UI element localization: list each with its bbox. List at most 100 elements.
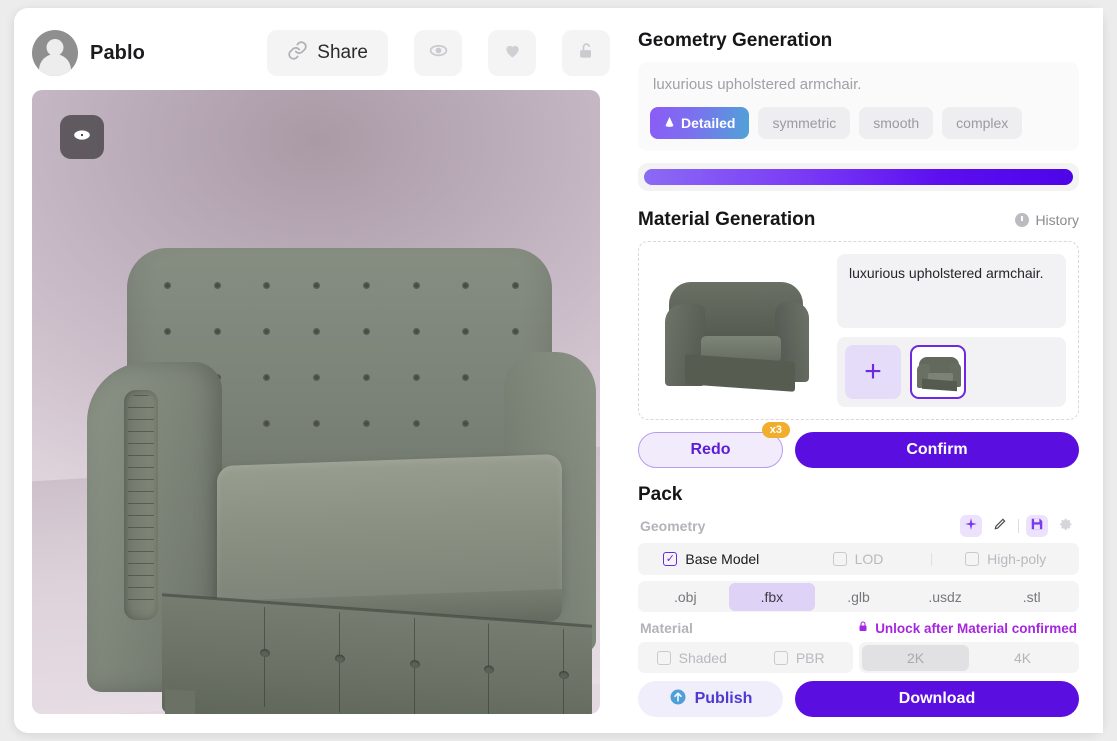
material-lock-label: Unlock after Material confirmed [875, 620, 1077, 636]
geometry-header: Geometry Generation [638, 30, 1079, 52]
pencil-icon [993, 517, 1007, 536]
material-thumbnail-row: + [837, 337, 1066, 407]
material-card: luxurious upholstered armchair. + [638, 241, 1079, 420]
unlock-icon [576, 41, 596, 66]
history-label: History [1035, 212, 1079, 228]
option-base-model-label: Base Model [685, 551, 760, 567]
geometry-tag-list: Detailed symmetric smooth complex [650, 107, 1067, 139]
plus-icon: + [864, 355, 882, 388]
pack-geometry-label: Geometry [640, 518, 706, 534]
geometry-tag-symmetric[interactable]: symmetric [758, 107, 851, 139]
redo-label: Redo [690, 441, 731, 458]
visibility-toggle-button[interactable] [414, 30, 462, 76]
cone-icon [664, 115, 675, 131]
format-usdz[interactable]: .usdz [902, 583, 989, 611]
confirm-button[interactable]: Confirm [795, 432, 1079, 468]
geometry-tag-complex[interactable]: complex [942, 107, 1023, 139]
option-shaded[interactable]: Shaded [638, 650, 746, 666]
chair-left-arm-ribs [128, 395, 154, 610]
material-checkbox-group: Shaded PBR [638, 642, 853, 673]
material-generation-section: Material Generation History luxurious up… [624, 209, 1093, 468]
lock-toggle-button[interactable] [562, 30, 610, 76]
redo-button[interactable]: Redo x3 [638, 422, 790, 468]
upload-circle-icon [669, 688, 687, 711]
format-fbx[interactable]: .fbx [728, 582, 816, 611]
save-icon [1030, 517, 1044, 536]
format-glb[interactable]: .glb [815, 583, 902, 611]
geometry-tag-smooth[interactable]: smooth [859, 107, 934, 139]
option-pbr-label: PBR [795, 649, 825, 666]
favorite-button[interactable] [488, 30, 536, 76]
model-viewport[interactable] [32, 90, 600, 714]
format-obj[interactable]: .obj [642, 583, 729, 611]
material-action-buttons: Redo x3 Confirm [638, 422, 1079, 468]
format-stl[interactable]: .stl [988, 583, 1075, 611]
option-high-poly[interactable]: High-poly [932, 551, 1079, 567]
avatar[interactable] [32, 30, 78, 76]
checkbox-base-model[interactable] [663, 552, 678, 566]
armchair-thumbnail-render [651, 254, 823, 404]
app-window: Pablo Share Geometry Generation luxuriou… [14, 8, 1103, 733]
checkbox-shaded[interactable] [656, 650, 671, 665]
clock-icon [1015, 213, 1030, 227]
armchair-render [32, 90, 600, 714]
eye-icon [71, 124, 93, 151]
viewport-visibility-button[interactable] [60, 115, 104, 159]
option-base-model[interactable]: Base Model [638, 551, 785, 567]
pack-tool-icons [960, 515, 1077, 537]
material-options-row: Shaded PBR 2K 4K [638, 642, 1079, 673]
add-material-button[interactable]: + [845, 345, 901, 399]
sparkle-icon [964, 517, 978, 536]
publish-button[interactable]: Publish [638, 681, 783, 717]
chair-front-foot [165, 688, 195, 714]
material-prompt-text[interactable]: luxurious upholstered armchair. [837, 254, 1066, 328]
save-icon-button[interactable] [1026, 515, 1048, 537]
format-options-row: .obj .fbx .glb .usdz .stl [638, 581, 1079, 612]
pack-section: Pack Geometry ✓ Base Model LOD High-poly… [624, 484, 1093, 717]
geometry-progress-track [638, 163, 1079, 191]
download-button[interactable]: Download [795, 681, 1079, 717]
left-pane: Pablo Share [14, 8, 624, 733]
geometry-generation-section: Geometry Generation luxurious upholstere… [624, 30, 1093, 191]
pack-action-buttons: Publish Download [638, 681, 1079, 717]
username-label: Pablo [90, 41, 145, 64]
material-lock-notice[interactable]: Unlock after Material confirmed [857, 620, 1077, 636]
option-lod[interactable]: LOD [785, 551, 932, 567]
material-thumbnail-selected[interactable] [910, 345, 966, 399]
checkbox-high-poly[interactable] [965, 552, 980, 566]
sparkle-icon-button[interactable] [960, 515, 982, 537]
pack-geometry-row-header: Geometry [638, 512, 1079, 543]
material-preview-image[interactable] [651, 254, 823, 404]
pack-title: Pack [638, 484, 683, 505]
publish-label: Publish [694, 690, 753, 707]
gear-icon [1059, 517, 1073, 536]
option-shaded-label: Shaded [678, 649, 727, 666]
geometry-options-row: Base Model LOD High-poly [638, 543, 1079, 575]
history-button[interactable]: History [1015, 212, 1079, 228]
material-right-column: luxurious upholstered armchair. + [837, 254, 1066, 407]
lock-icon [857, 620, 869, 636]
toolbar-divider [1018, 519, 1019, 533]
material-header: Material Generation History [638, 209, 1079, 231]
geometry-prompt-card[interactable]: luxurious upholstered armchair. Detailed… [638, 62, 1079, 151]
resolution-2k[interactable]: 2K [862, 644, 969, 671]
geometry-title: Geometry Generation [638, 30, 833, 51]
share-label: Share [317, 42, 368, 63]
armchair-thumbnail-small [912, 347, 964, 397]
geometry-tag-label: Detailed [681, 115, 736, 131]
redo-count-badge: x3 [761, 422, 790, 438]
option-pbr[interactable]: PBR [746, 650, 854, 666]
share-button[interactable]: Share [267, 30, 388, 76]
pencil-icon-button[interactable] [989, 515, 1011, 537]
resolution-4k[interactable]: 4K [969, 645, 1076, 671]
checkbox-lod[interactable] [832, 552, 847, 566]
option-high-poly-label: High-poly [987, 551, 1047, 567]
checkbox-pbr[interactable] [773, 650, 788, 665]
option-lod-label: LOD [854, 551, 884, 567]
pack-material-label: Material [640, 620, 693, 636]
heart-icon [502, 40, 523, 66]
eye-icon [428, 40, 449, 66]
gear-icon-button[interactable] [1055, 515, 1077, 537]
resolution-group: 2K 4K [859, 642, 1079, 673]
geometry-tag-detailed[interactable]: Detailed [650, 107, 750, 139]
